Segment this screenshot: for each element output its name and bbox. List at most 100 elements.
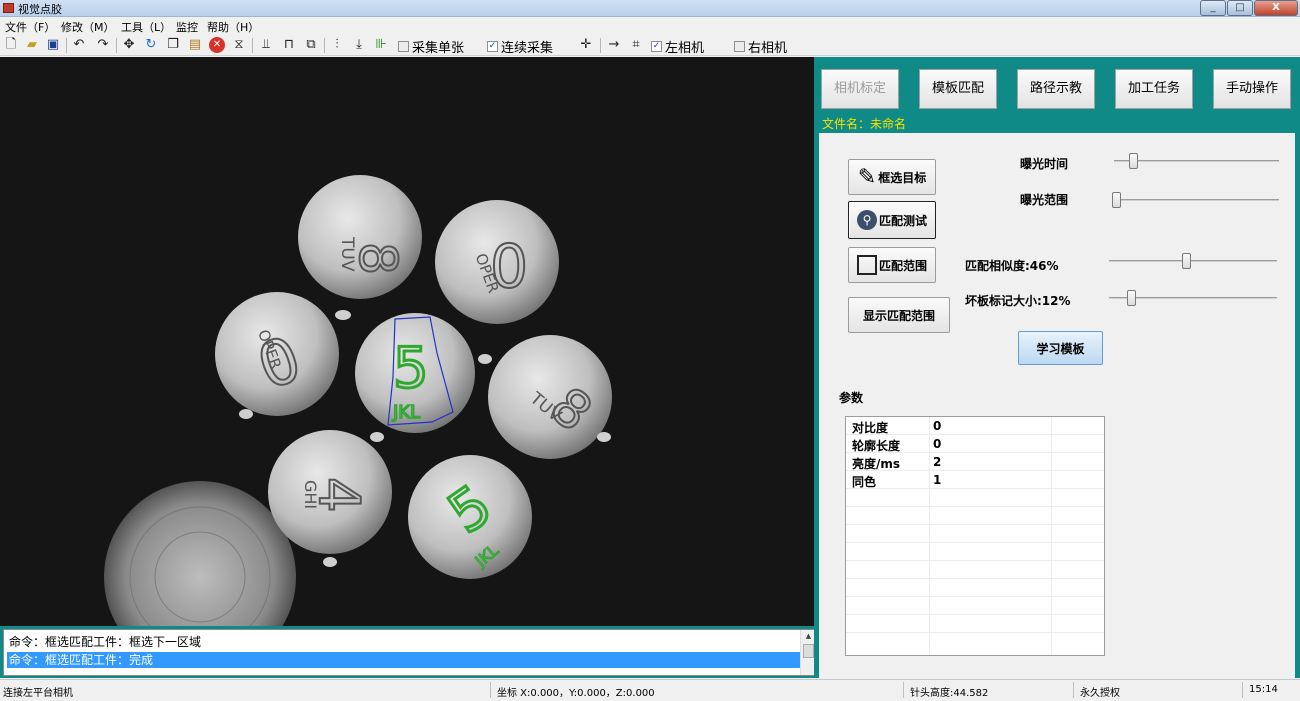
exposure-time-thumb[interactable] (1129, 153, 1138, 169)
title-bar: 视觉点胶 _ □ X (0, 0, 1300, 17)
param-value: 2 (933, 455, 942, 469)
right-camera-checkbox[interactable] (734, 40, 745, 52)
copy-icon[interactable]: ❐ (165, 37, 181, 53)
maximize-button[interactable]: □ (1227, 0, 1253, 16)
status-bar: 连接左平台相机 坐标 X:0.000，Y:0.000，Z:0.000 针头高度:… (0, 679, 1300, 701)
similarity-label: 匹配相似度:46% (965, 259, 1059, 273)
exposure-range-thumb[interactable] (1112, 192, 1121, 208)
left-camera-checkbox[interactable]: ✓ (651, 40, 662, 52)
close-button[interactable]: X (1254, 0, 1298, 16)
tab-manual-operation[interactable]: 手动操作 (1213, 69, 1291, 109)
table-row[interactable]: 亮度/ms 2 (846, 453, 1104, 471)
part-8-top: 8 TUV (298, 175, 422, 299)
right-camera-check[interactable]: 右相机 (734, 38, 788, 56)
learn-template-button[interactable]: 学习模板 (1018, 331, 1103, 365)
right-camera-label: 右相机 (748, 40, 788, 56)
table-icon[interactable]: ⊓ (281, 37, 297, 53)
paste-icon[interactable]: ▤ (187, 37, 203, 53)
svg-text:JKL: JKL (392, 402, 420, 423)
align-icon[interactable]: ⫶ (329, 37, 345, 53)
status-camera: 连接左平台相机 (3, 688, 73, 699)
params-title: 参数 (839, 391, 864, 405)
log-scrollbar[interactable]: ▲ (800, 630, 815, 675)
save-icon[interactable]: ▣ (45, 37, 61, 53)
arrow-target-icon[interactable]: → (606, 37, 622, 53)
undo-icon[interactable]: ↶ (71, 37, 87, 53)
right-panel: 相机标定 模板匹配 路径示教 加工任务 手动操作 文件名：未命名 ✎ 框选目标 … (814, 57, 1300, 678)
tab-camera-calibration[interactable]: 相机标定 (821, 69, 899, 109)
open-folder-icon[interactable]: ▰ (24, 37, 40, 53)
similarity-slider[interactable] (1109, 260, 1277, 262)
frame-select-icon (856, 255, 877, 275)
status-license: 永久授权 (1080, 688, 1120, 699)
camera-view[interactable]: 8 TUV 0 OPER 0 OPER 5 JKL 8 TUV 4 GHI 5 … (0, 57, 814, 626)
menu-bar: 文件（F） 修改（M） 工具（L） 监控 帮助（H） (0, 17, 1300, 34)
table-row[interactable]: 轮廓长度 0 (846, 435, 1104, 453)
params-table[interactable]: 对比度 0 轮廓长度 0 亮度/ms 2 同色 1 (845, 416, 1105, 656)
svg-text:TUV: TUV (337, 236, 357, 272)
file-name: 文件名：未命名 (822, 117, 907, 131)
minimize-button[interactable]: _ (1200, 0, 1226, 16)
tab-path-teach[interactable]: 路径示教 (1017, 69, 1095, 109)
toolbar: 🗋 ▰ ▣ ↶ ↷ ✥ ↻ ❐ ▤ ✕ ⧖ ⫫ ⊓ ⧉ ⫶ ⤓ ⊪ 采集单张 ✓… (0, 35, 1300, 56)
menu-help[interactable]: 帮助（H） (207, 19, 259, 35)
param-value: 1 (933, 473, 942, 487)
capture-continuous-checkbox[interactable]: ✓ (487, 40, 498, 52)
left-camera-check[interactable]: ✓ 左相机 (651, 38, 705, 56)
status-needle-height: 针头高度:44.582 (910, 688, 989, 699)
select-target-button[interactable]: ✎ 框选目标 (848, 159, 936, 195)
part-5-center: 5 JKL (355, 313, 475, 433)
menu-file[interactable]: 文件（F） (5, 19, 55, 35)
tab-template-match[interactable]: 模板匹配 (919, 69, 997, 109)
layers-icon[interactable]: ⧉ (303, 37, 319, 53)
menu-monitor[interactable]: 监控 (176, 19, 198, 35)
svg-text:GHI: GHI (301, 480, 320, 509)
select-target-label: 框选目标 (878, 170, 927, 185)
similarity-thumb[interactable] (1182, 253, 1191, 269)
tab-process-task[interactable]: 加工任务 (1115, 69, 1193, 109)
match-test-label: 匹配测试 (878, 213, 927, 228)
param-name: 同色 (852, 475, 877, 489)
table-row[interactable]: 同色 1 (846, 471, 1104, 489)
capture-single-check[interactable]: 采集单张 (398, 38, 465, 56)
capture-continuous-check[interactable]: ✓ 连续采集 (487, 38, 554, 56)
log-line-selected[interactable]: 命令：框选匹配工件：完成 (7, 652, 800, 668)
capture-continuous-label: 连续采集 (501, 40, 554, 56)
exposure-range-label: 曝光范围 (1020, 193, 1069, 207)
new-file-icon[interactable]: 🗋 (3, 37, 19, 53)
delete-icon[interactable]: ✕ (209, 37, 225, 53)
exposure-range-slider[interactable] (1114, 199, 1279, 201)
part-0-top-right: 0 OPER (435, 200, 559, 324)
exposure-time-slider[interactable] (1114, 160, 1279, 162)
table-row[interactable]: 对比度 0 (846, 417, 1104, 435)
left-camera-label: 左相机 (665, 40, 705, 56)
match-test-button[interactable]: ⚲ 匹配测试 (848, 201, 936, 239)
menu-edit[interactable]: 修改（M） (61, 19, 115, 35)
part-0-left: 0 OPER (215, 292, 339, 416)
status-coords: 坐标 X:0.000，Y:0.000，Z:0.000 (497, 688, 655, 699)
mirror-icon[interactable]: ⧖ (231, 37, 247, 53)
menu-tools[interactable]: 工具（L） (121, 19, 171, 35)
move-icon[interactable]: ✥ (121, 37, 137, 53)
log-line[interactable]: 命令：框选匹配工件：框选下一区域 (7, 634, 800, 650)
part-5-bottom: 5 JKL (408, 455, 532, 579)
scroll-thumb[interactable] (803, 644, 814, 658)
refresh-icon[interactable]: ↻ (143, 37, 159, 53)
capture-single-checkbox[interactable] (398, 40, 409, 52)
match-range-button[interactable]: 匹配范围 (848, 247, 936, 283)
frame-icon[interactable]: ⌗ (628, 37, 644, 53)
search-icon: ⚲ (856, 210, 877, 230)
part-4-bottom-left: 4 GHI (268, 430, 392, 554)
param-value: 0 (933, 419, 942, 433)
show-match-range-button[interactable]: 显示匹配范围 (848, 297, 950, 333)
param-value: 0 (933, 437, 942, 451)
needle-up-icon[interactable]: ⫫ (258, 37, 274, 53)
redo-icon[interactable]: ↷ (95, 37, 111, 53)
crosshair-icon[interactable]: ✛ (578, 37, 594, 53)
bad-mark-size-thumb[interactable] (1127, 290, 1136, 306)
status-time: 15:14 (1249, 684, 1278, 695)
down-arrow-icon[interactable]: ⤓ (351, 37, 367, 53)
param-name: 对比度 (852, 421, 889, 435)
calibrate-icon[interactable]: ⊪ (373, 37, 389, 53)
capture-single-label: 采集单张 (412, 40, 465, 56)
